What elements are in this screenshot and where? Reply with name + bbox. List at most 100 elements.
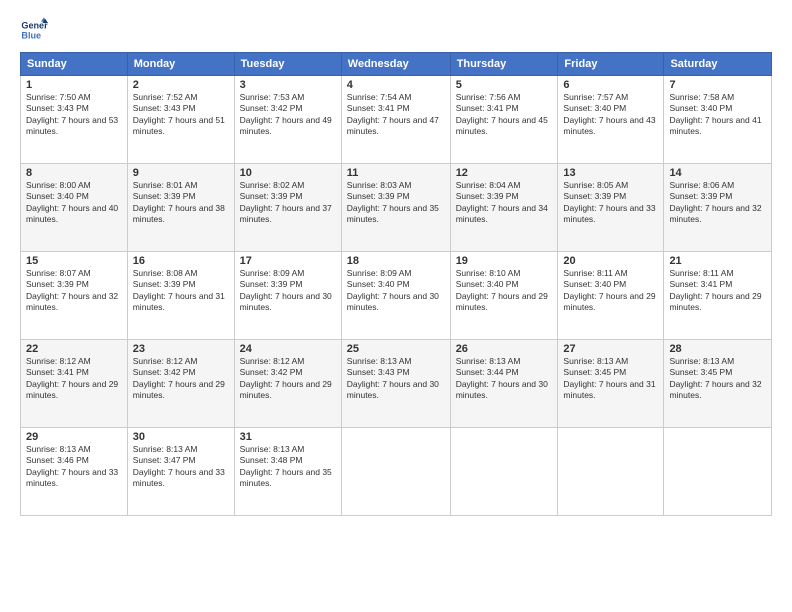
day-detail: Sunrise: 8:12 AMSunset: 3:42 PMDaylight:… bbox=[133, 356, 229, 402]
day-number: 19 bbox=[456, 255, 553, 267]
calendar-cell: 25Sunrise: 8:13 AMSunset: 3:43 PMDayligh… bbox=[341, 340, 450, 428]
day-detail: Sunrise: 7:52 AMSunset: 3:43 PMDaylight:… bbox=[133, 92, 229, 138]
calendar-cell: 27Sunrise: 8:13 AMSunset: 3:45 PMDayligh… bbox=[558, 340, 664, 428]
day-detail: Sunrise: 8:13 AMSunset: 3:44 PMDaylight:… bbox=[456, 356, 553, 402]
calendar-cell: 18Sunrise: 8:09 AMSunset: 3:40 PMDayligh… bbox=[341, 252, 450, 340]
calendar-cell: 16Sunrise: 8:08 AMSunset: 3:39 PMDayligh… bbox=[127, 252, 234, 340]
col-header-tuesday: Tuesday bbox=[234, 53, 341, 76]
day-detail: Sunrise: 8:01 AMSunset: 3:39 PMDaylight:… bbox=[133, 180, 229, 226]
day-number: 22 bbox=[26, 343, 122, 355]
header: General Blue bbox=[20, 16, 772, 44]
day-number: 18 bbox=[347, 255, 445, 267]
day-detail: Sunrise: 8:06 AMSunset: 3:39 PMDaylight:… bbox=[669, 180, 766, 226]
day-number: 2 bbox=[133, 79, 229, 91]
calendar-cell: 5Sunrise: 7:56 AMSunset: 3:41 PMDaylight… bbox=[450, 76, 558, 164]
day-number: 30 bbox=[133, 431, 229, 443]
calendar-cell: 21Sunrise: 8:11 AMSunset: 3:41 PMDayligh… bbox=[664, 252, 772, 340]
day-number: 10 bbox=[240, 167, 336, 179]
calendar-cell: 17Sunrise: 8:09 AMSunset: 3:39 PMDayligh… bbox=[234, 252, 341, 340]
calendar-cell: 2Sunrise: 7:52 AMSunset: 3:43 PMDaylight… bbox=[127, 76, 234, 164]
calendar-cell: 9Sunrise: 8:01 AMSunset: 3:39 PMDaylight… bbox=[127, 164, 234, 252]
day-number: 1 bbox=[26, 79, 122, 91]
calendar-week-5: 29Sunrise: 8:13 AMSunset: 3:46 PMDayligh… bbox=[21, 428, 772, 516]
calendar-cell: 31Sunrise: 8:13 AMSunset: 3:48 PMDayligh… bbox=[234, 428, 341, 516]
day-number: 26 bbox=[456, 343, 553, 355]
day-number: 16 bbox=[133, 255, 229, 267]
day-detail: Sunrise: 8:12 AMSunset: 3:41 PMDaylight:… bbox=[26, 356, 122, 402]
calendar-cell: 22Sunrise: 8:12 AMSunset: 3:41 PMDayligh… bbox=[21, 340, 128, 428]
day-detail: Sunrise: 8:12 AMSunset: 3:42 PMDaylight:… bbox=[240, 356, 336, 402]
calendar-cell bbox=[450, 428, 558, 516]
day-number: 27 bbox=[563, 343, 658, 355]
day-number: 3 bbox=[240, 79, 336, 91]
day-detail: Sunrise: 8:13 AMSunset: 3:45 PMDaylight:… bbox=[669, 356, 766, 402]
day-number: 17 bbox=[240, 255, 336, 267]
day-detail: Sunrise: 8:09 AMSunset: 3:40 PMDaylight:… bbox=[347, 268, 445, 314]
day-detail: Sunrise: 8:08 AMSunset: 3:39 PMDaylight:… bbox=[133, 268, 229, 314]
calendar-cell: 24Sunrise: 8:12 AMSunset: 3:42 PMDayligh… bbox=[234, 340, 341, 428]
day-detail: Sunrise: 8:05 AMSunset: 3:39 PMDaylight:… bbox=[563, 180, 658, 226]
logo: General Blue bbox=[20, 16, 48, 44]
calendar-cell: 23Sunrise: 8:12 AMSunset: 3:42 PMDayligh… bbox=[127, 340, 234, 428]
page: General Blue SundayMondayTuesdayWednesda… bbox=[0, 0, 792, 612]
calendar-cell: 20Sunrise: 8:11 AMSunset: 3:40 PMDayligh… bbox=[558, 252, 664, 340]
day-number: 24 bbox=[240, 343, 336, 355]
day-number: 31 bbox=[240, 431, 336, 443]
day-number: 5 bbox=[456, 79, 553, 91]
logo-icon: General Blue bbox=[20, 16, 48, 44]
day-number: 14 bbox=[669, 167, 766, 179]
day-detail: Sunrise: 7:58 AMSunset: 3:40 PMDaylight:… bbox=[669, 92, 766, 138]
day-detail: Sunrise: 7:50 AMSunset: 3:43 PMDaylight:… bbox=[26, 92, 122, 138]
calendar-cell: 10Sunrise: 8:02 AMSunset: 3:39 PMDayligh… bbox=[234, 164, 341, 252]
calendar-cell: 8Sunrise: 8:00 AMSunset: 3:40 PMDaylight… bbox=[21, 164, 128, 252]
day-detail: Sunrise: 8:13 AMSunset: 3:43 PMDaylight:… bbox=[347, 356, 445, 402]
day-number: 7 bbox=[669, 79, 766, 91]
day-detail: Sunrise: 7:56 AMSunset: 3:41 PMDaylight:… bbox=[456, 92, 553, 138]
calendar-cell: 7Sunrise: 7:58 AMSunset: 3:40 PMDaylight… bbox=[664, 76, 772, 164]
calendar-cell: 11Sunrise: 8:03 AMSunset: 3:39 PMDayligh… bbox=[341, 164, 450, 252]
day-number: 6 bbox=[563, 79, 658, 91]
day-detail: Sunrise: 8:10 AMSunset: 3:40 PMDaylight:… bbox=[456, 268, 553, 314]
calendar-cell: 4Sunrise: 7:54 AMSunset: 3:41 PMDaylight… bbox=[341, 76, 450, 164]
calendar-cell: 12Sunrise: 8:04 AMSunset: 3:39 PMDayligh… bbox=[450, 164, 558, 252]
calendar-cell: 15Sunrise: 8:07 AMSunset: 3:39 PMDayligh… bbox=[21, 252, 128, 340]
day-detail: Sunrise: 8:09 AMSunset: 3:39 PMDaylight:… bbox=[240, 268, 336, 314]
day-number: 12 bbox=[456, 167, 553, 179]
col-header-wednesday: Wednesday bbox=[341, 53, 450, 76]
day-number: 29 bbox=[26, 431, 122, 443]
calendar-cell: 19Sunrise: 8:10 AMSunset: 3:40 PMDayligh… bbox=[450, 252, 558, 340]
col-header-monday: Monday bbox=[127, 53, 234, 76]
day-detail: Sunrise: 7:54 AMSunset: 3:41 PMDaylight:… bbox=[347, 92, 445, 138]
calendar-table: SundayMondayTuesdayWednesdayThursdayFrid… bbox=[20, 52, 772, 516]
calendar-week-2: 8Sunrise: 8:00 AMSunset: 3:40 PMDaylight… bbox=[21, 164, 772, 252]
calendar-cell: 6Sunrise: 7:57 AMSunset: 3:40 PMDaylight… bbox=[558, 76, 664, 164]
day-detail: Sunrise: 7:53 AMSunset: 3:42 PMDaylight:… bbox=[240, 92, 336, 138]
day-detail: Sunrise: 7:57 AMSunset: 3:40 PMDaylight:… bbox=[563, 92, 658, 138]
day-number: 15 bbox=[26, 255, 122, 267]
calendar-week-4: 22Sunrise: 8:12 AMSunset: 3:41 PMDayligh… bbox=[21, 340, 772, 428]
day-detail: Sunrise: 8:11 AMSunset: 3:41 PMDaylight:… bbox=[669, 268, 766, 314]
calendar-week-1: 1Sunrise: 7:50 AMSunset: 3:43 PMDaylight… bbox=[21, 76, 772, 164]
day-detail: Sunrise: 8:13 AMSunset: 3:46 PMDaylight:… bbox=[26, 444, 122, 490]
day-number: 20 bbox=[563, 255, 658, 267]
calendar-cell: 14Sunrise: 8:06 AMSunset: 3:39 PMDayligh… bbox=[664, 164, 772, 252]
day-detail: Sunrise: 8:13 AMSunset: 3:47 PMDaylight:… bbox=[133, 444, 229, 490]
col-header-sunday: Sunday bbox=[21, 53, 128, 76]
calendar-cell: 1Sunrise: 7:50 AMSunset: 3:43 PMDaylight… bbox=[21, 76, 128, 164]
svg-text:Blue: Blue bbox=[21, 30, 41, 40]
day-detail: Sunrise: 8:00 AMSunset: 3:40 PMDaylight:… bbox=[26, 180, 122, 226]
day-number: 11 bbox=[347, 167, 445, 179]
day-detail: Sunrise: 8:11 AMSunset: 3:40 PMDaylight:… bbox=[563, 268, 658, 314]
day-number: 28 bbox=[669, 343, 766, 355]
calendar-cell bbox=[664, 428, 772, 516]
calendar-cell bbox=[558, 428, 664, 516]
calendar-cell: 26Sunrise: 8:13 AMSunset: 3:44 PMDayligh… bbox=[450, 340, 558, 428]
col-header-saturday: Saturday bbox=[664, 53, 772, 76]
calendar-cell: 13Sunrise: 8:05 AMSunset: 3:39 PMDayligh… bbox=[558, 164, 664, 252]
day-detail: Sunrise: 8:13 AMSunset: 3:48 PMDaylight:… bbox=[240, 444, 336, 490]
calendar-cell bbox=[341, 428, 450, 516]
day-number: 25 bbox=[347, 343, 445, 355]
day-detail: Sunrise: 8:13 AMSunset: 3:45 PMDaylight:… bbox=[563, 356, 658, 402]
day-number: 23 bbox=[133, 343, 229, 355]
col-header-thursday: Thursday bbox=[450, 53, 558, 76]
